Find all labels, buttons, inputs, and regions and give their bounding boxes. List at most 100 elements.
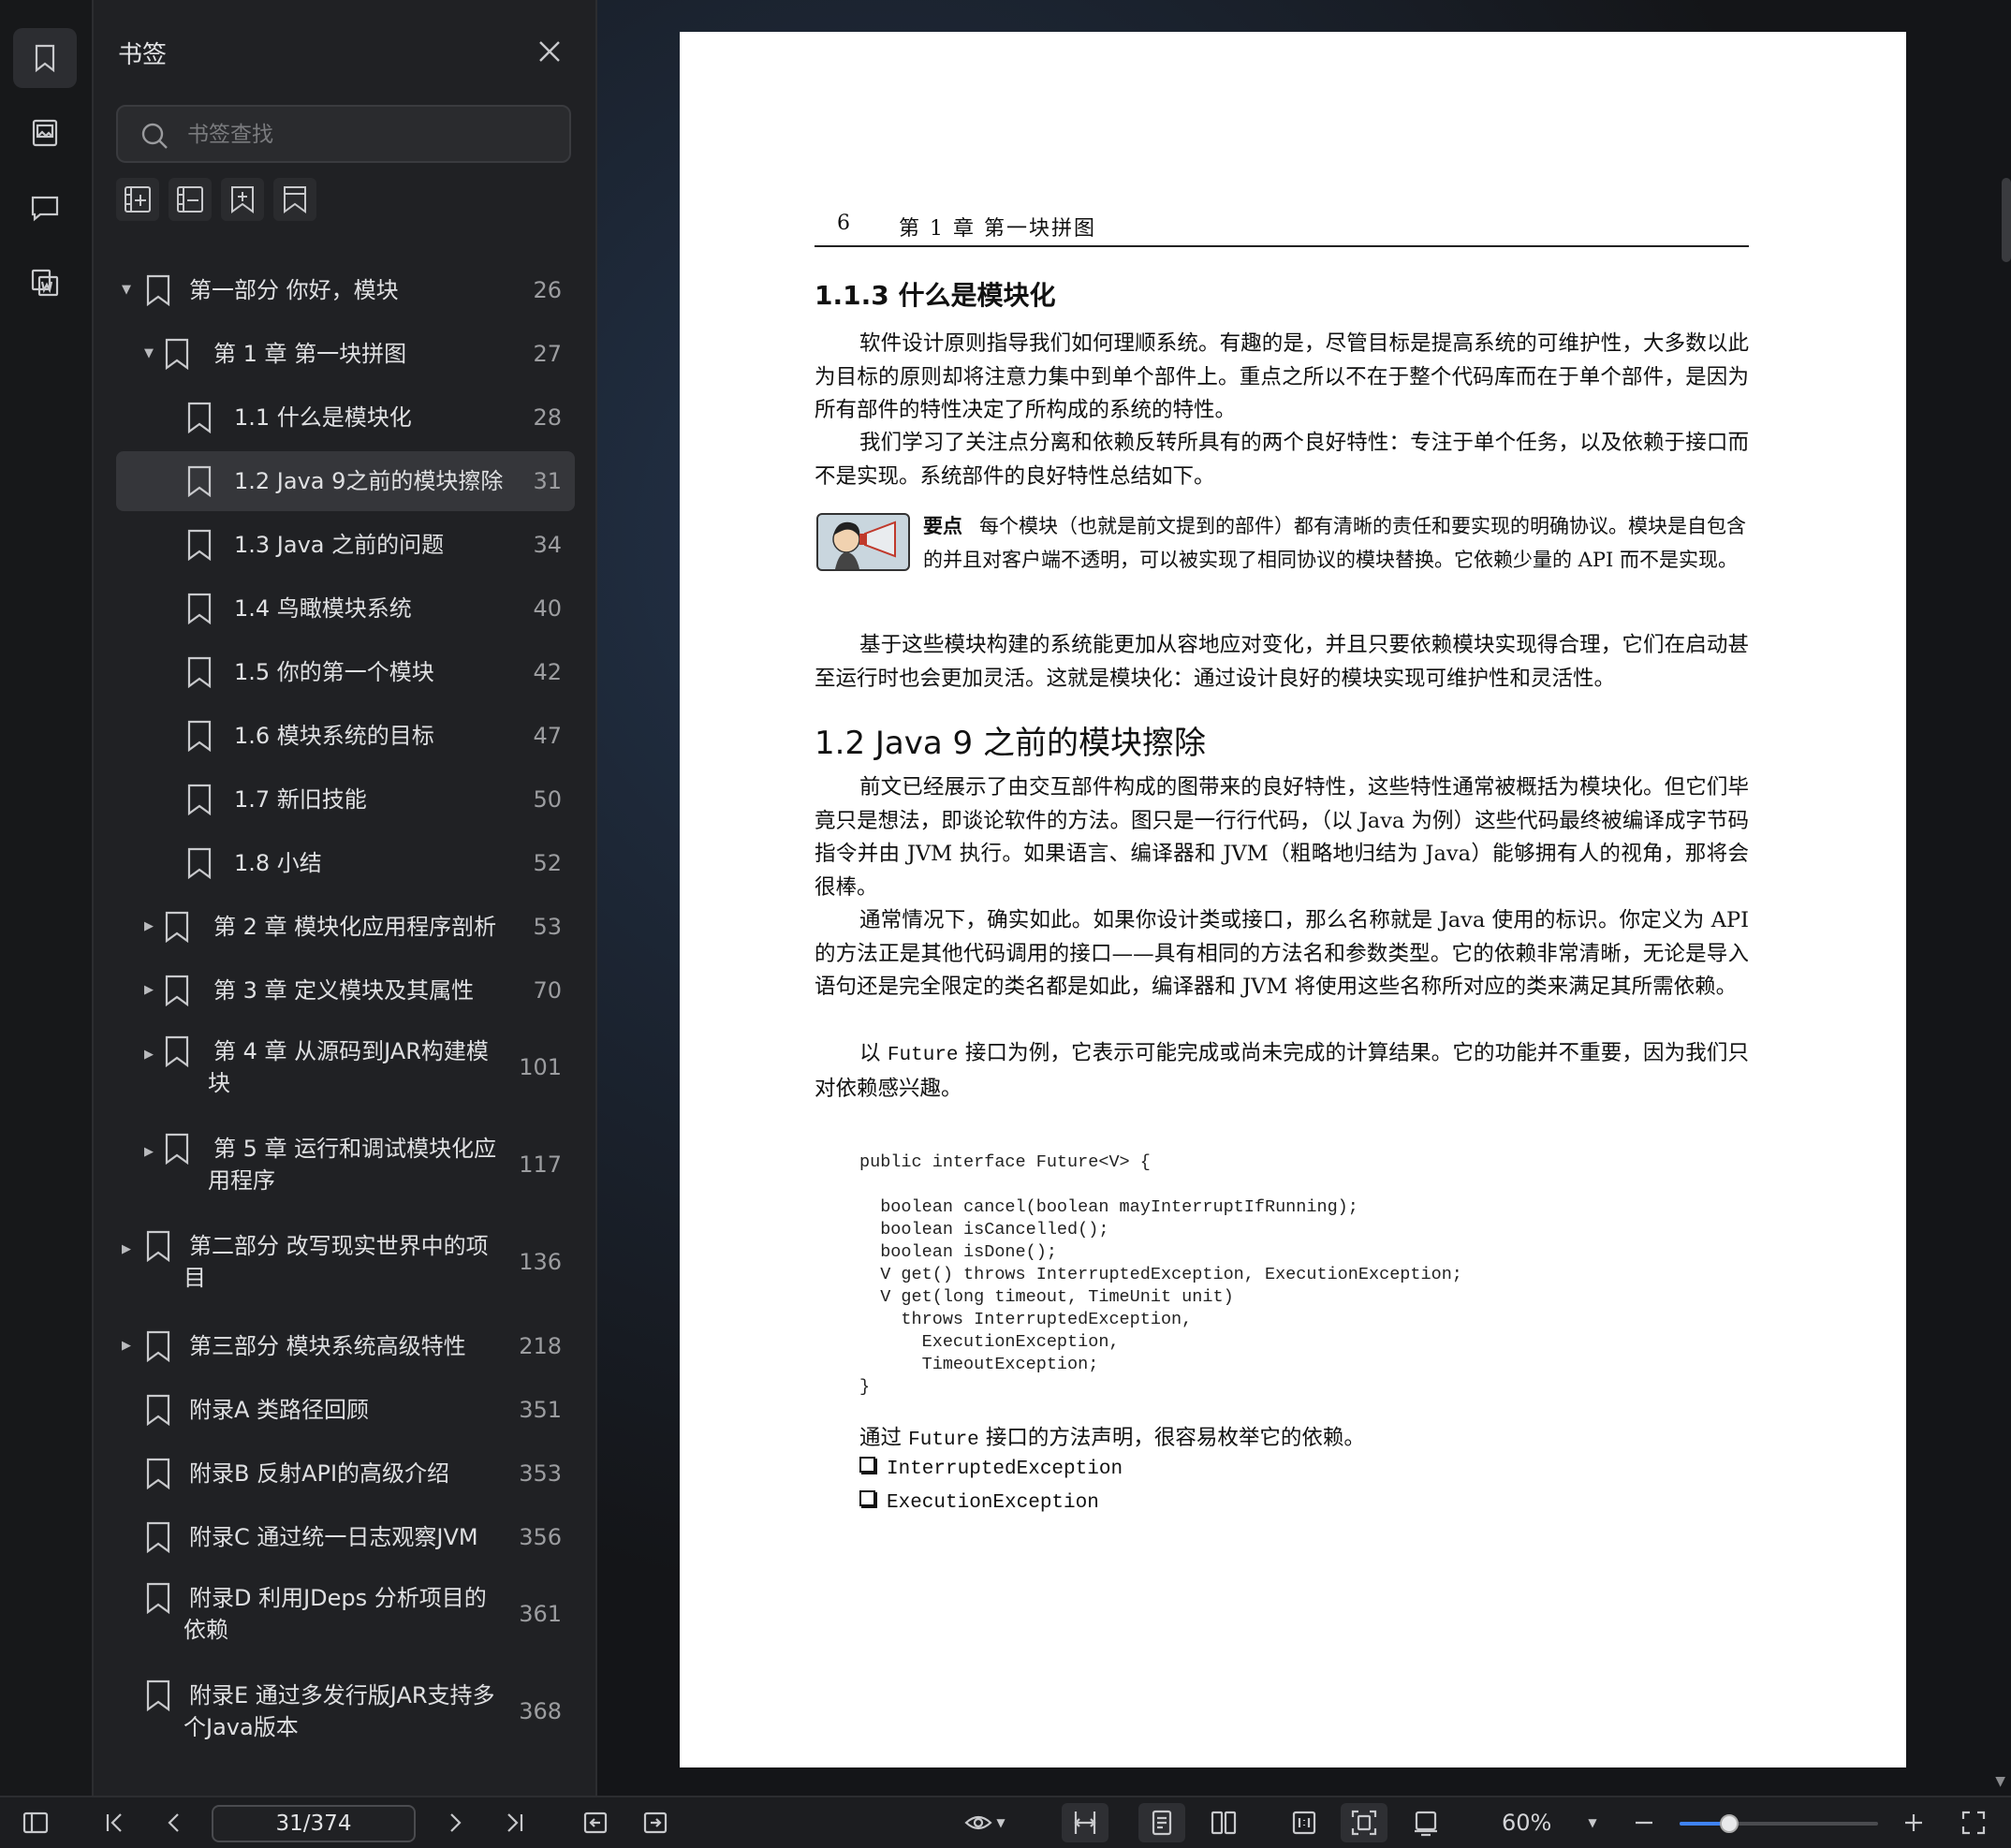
bookmark-item[interactable]: ▶ 第 2 章 模块化应用程序剖析 53 [116,897,575,957]
bookmark-item[interactable]: 1.5 你的第一个模块 42 [116,642,575,702]
close-panel-button[interactable] [534,36,565,67]
back-button[interactable] [577,1797,614,1848]
caret-down-icon[interactable]: ▼ [122,284,135,297]
single-page-button[interactable] [1138,1803,1185,1842]
bookmark-label: 1.5 你的第一个模块 [234,659,434,685]
bookmark-page-number: 27 [533,341,562,367]
caret-down-icon[interactable]: ▼ [144,347,157,360]
caret-right-icon[interactable]: ▶ [144,1049,157,1062]
vertical-scrollbar[interactable] [2002,178,2011,262]
zoom-level[interactable]: 60% [1502,1797,1551,1848]
bookmark-item[interactable]: ▶ 第 5 章 运行和调试模块化应 用程序 117 [116,1122,575,1208]
first-page-button[interactable] [95,1797,133,1848]
bookmark-icon [144,1521,172,1554]
bookmark-item[interactable]: 附录A 类路径回顾 351 [116,1380,575,1440]
caret-right-icon[interactable]: ▶ [122,1340,135,1353]
bookmark-icon [185,529,213,562]
bookmark-icon [185,402,213,434]
toggle-sidebar-button[interactable] [17,1797,54,1848]
section-heading-main: 1.2 Java 9 之前的模块擦除 [815,725,1206,762]
bookmark-item[interactable]: ▶ 第 4 章 从源码到JAR构建模块 101 [116,1024,575,1110]
bookmark-page-number: 28 [533,404,562,431]
last-page-button[interactable] [496,1797,534,1848]
collapse-all-icon [177,186,203,213]
bookmark-search[interactable] [116,105,571,163]
document-viewport[interactable]: ▼ 6 第 1 章 第一块拼图 1.1.3 什么是模块化 软件设计原则指导我们如… [597,0,2011,1796]
fullscreen-button[interactable] [1955,1797,1992,1848]
list-item: ExecutionException [859,1490,1099,1514]
bookmark-label: 1.6 模块系统的目标 [234,723,434,749]
bookmark-item[interactable]: 附录D 利用JDeps 分析项目的 依赖 361 [116,1571,575,1657]
bookmark-item[interactable]: 1.2 Java 9之前的模块擦除 31 [116,451,575,511]
previous-page-button[interactable] [155,1797,193,1848]
bookmark-item[interactable]: 1.4 鸟瞰模块系统 40 [116,579,575,638]
bookmark-item[interactable]: 附录E 通过多发行版JAR支持多 个Java版本 368 [116,1668,575,1754]
bookmark-page-number: 53 [533,914,562,940]
bookmark-icon [163,1035,191,1068]
zoom-slider[interactable] [1680,1814,1878,1833]
bookmark-icon [144,1230,172,1263]
bookmarks-tab[interactable] [13,28,77,88]
bookmark-label: 附录C 通过统一日志观察JVM [189,1524,478,1550]
bookmark-item[interactable]: ▶ 第三部分 模块系统高级特性 218 [116,1316,575,1376]
caret-right-icon[interactable]: ▶ [122,1243,135,1256]
caret-right-icon[interactable]: ▶ [144,984,157,997]
list-item: InterruptedException [859,1457,1123,1480]
bookmark-item[interactable]: 1.3 Java 之前的问题 34 [116,515,575,575]
add-bookmark-button[interactable] [221,178,264,221]
bookmark-page-number: 42 [533,659,562,685]
bookmark-icon [163,911,191,944]
paragraph: 以 Future 接口为例，它表示可能完成或尚未完成的计算结果。它的功能并不重要… [815,1041,1750,1101]
zoom-in-button[interactable] [1895,1797,1932,1848]
bookmark-item[interactable]: 1.7 新旧技能 50 [116,770,575,829]
bookmark-item[interactable]: 1.6 模块系统的目标 47 [116,706,575,766]
note-illustration [816,513,910,571]
note-label: 要点 [923,515,962,537]
bookmark-item[interactable]: 附录C 通过统一日志观察JVM 356 [116,1507,575,1567]
zoom-out-button[interactable] [1625,1797,1663,1848]
chevron-down-icon: ▼ [1588,1816,1597,1829]
bookmark-label: 1.2 Java 9之前的模块擦除 [234,468,504,494]
bookmark-item[interactable]: 1.8 小结 52 [116,833,575,893]
expand-all-button[interactable] [116,178,159,221]
comments-tab[interactable] [13,178,77,238]
bookmark-tool-button[interactable] [273,178,316,221]
comment-icon [31,196,59,222]
bookmark-icon [163,975,191,1007]
bookmark-icon [185,656,213,689]
scroll-down-arrow[interactable]: ▼ [1995,1774,2005,1789]
layers-tab[interactable] [13,253,77,313]
bookmark-label: 第 3 章 定义模块及其属性 [213,977,475,1004]
running-header: 6 第 1 章 第一块拼图 [815,212,1749,247]
fit-width-button[interactable] [1062,1803,1108,1842]
thumbnails-tab[interactable] [13,103,77,163]
bookmark-label: 1.3 Java 之前的问题 [234,532,445,558]
bookmark-item[interactable]: 1.1 什么是模块化 28 [116,388,575,447]
two-page-button[interactable] [1202,1797,1245,1848]
bookmark-label: 第二部分 改写现实世界中的项目 [183,1233,489,1291]
bookmark-search-input[interactable] [185,107,554,163]
bookmark-item[interactable]: 附录B 反射API的高级介绍 353 [116,1444,575,1503]
bookmark-item[interactable]: ▶ 第二部分 改写现实世界中的项目 136 [116,1219,575,1305]
page-indicator[interactable]: 31/374 [212,1805,416,1842]
actual-size-button[interactable] [1283,1797,1326,1848]
bookmark-item[interactable]: ▼ 第一部分 你好，模块 26 [116,260,575,320]
bookmark-label: 附录D 利用JDeps 分析项目的 依赖 [183,1585,487,1643]
collapse-all-button[interactable] [169,178,212,221]
bookmark-icon [163,1133,191,1166]
first-page-icon [106,1813,122,1832]
forward-button[interactable] [637,1797,674,1848]
bookmark-item[interactable]: ▶ 第 3 章 定义模块及其属性 70 [116,961,575,1020]
bookmark-page-number: 368 [519,1698,562,1724]
zoom-dropdown[interactable]: ▼ [1578,1797,1607,1848]
presentation-button[interactable] [1404,1797,1447,1848]
bookmark-outline-icon [284,186,306,213]
bottom-toolbar: 31/374 ▼ 60% ▼ [0,1796,2011,1848]
next-page-button[interactable] [436,1797,474,1848]
caret-right-icon[interactable]: ▶ [144,1146,157,1159]
view-mode-dropdown[interactable]: ▼ [957,1797,1013,1848]
zoom-slider-knob[interactable] [1719,1814,1739,1833]
bookmark-item[interactable]: ▼ 第 1 章 第一块拼图 27 [116,324,575,384]
caret-right-icon[interactable]: ▶ [144,920,157,933]
fit-page-button[interactable] [1341,1803,1387,1842]
